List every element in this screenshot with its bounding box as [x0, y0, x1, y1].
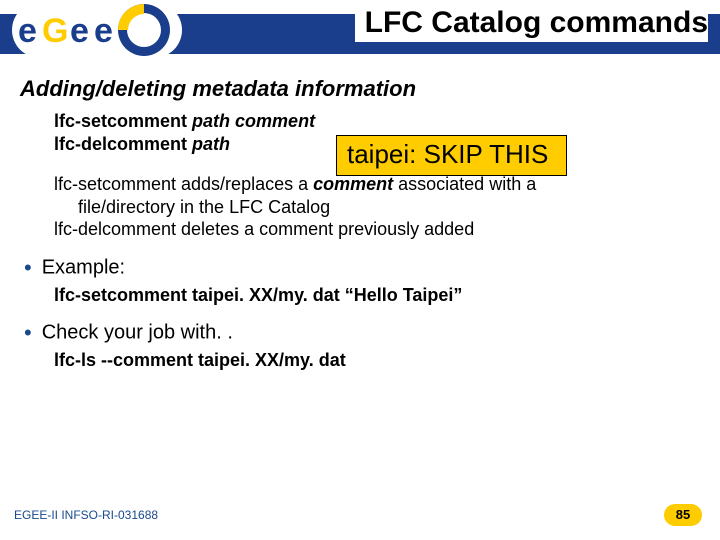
footer-left: EGEE-II INFSO-RI-031688 — [14, 508, 158, 522]
bullet-check-label: Check your job with. . — [42, 321, 233, 343]
cmd2-name: lfc-delcomment — [54, 134, 192, 154]
cmd1-args: path comment — [192, 111, 315, 131]
section-heading: Adding/deleting metadata information — [20, 76, 700, 102]
check-command: lfc-ls --comment taipei. XX/my. dat — [54, 350, 700, 371]
footer-right: 85 — [664, 504, 702, 526]
cmd1-name: lfc-setcomment — [54, 111, 192, 131]
example-command: lfc-setcomment taipei. XX/my. dat “Hello… — [54, 285, 700, 306]
bullet-example: • Example: — [24, 255, 700, 281]
tagline: Enabling Grids for E-sciencE — [185, 54, 313, 65]
svg-text:e: e — [18, 12, 37, 50]
bullet-check: • Check your job with. . — [24, 320, 700, 346]
svg-text:e: e — [70, 12, 89, 50]
egee-logo: e G e e — [12, 2, 182, 58]
bullet-dot-icon: • — [24, 320, 32, 345]
description-2: lfc-delcomment deletes a comment previou… — [54, 218, 700, 241]
description-1: lfc-setcomment adds/replaces a comment a… — [54, 173, 700, 196]
cmd2-args: path — [192, 134, 230, 154]
description-1-cont: file/directory in the LFC Catalog — [78, 196, 700, 219]
bullet-example-label: Example: — [42, 256, 125, 278]
bullet-dot-icon: • — [24, 255, 32, 280]
command-1: lfc-setcomment path comment — [54, 110, 700, 133]
slide-title: LFC Catalog commands — [355, 6, 708, 42]
svg-text:e: e — [94, 12, 113, 50]
skip-callout: taipei: SKIP THIS — [336, 135, 567, 176]
content-area: Adding/deleting metadata information lfc… — [20, 76, 700, 371]
desc1-a: lfc-setcomment adds/replaces a — [54, 174, 313, 194]
desc1-b: comment — [313, 174, 393, 194]
desc1-c: associated with a — [393, 174, 536, 194]
page-number: 85 — [664, 504, 702, 526]
svg-text:G: G — [42, 12, 68, 50]
